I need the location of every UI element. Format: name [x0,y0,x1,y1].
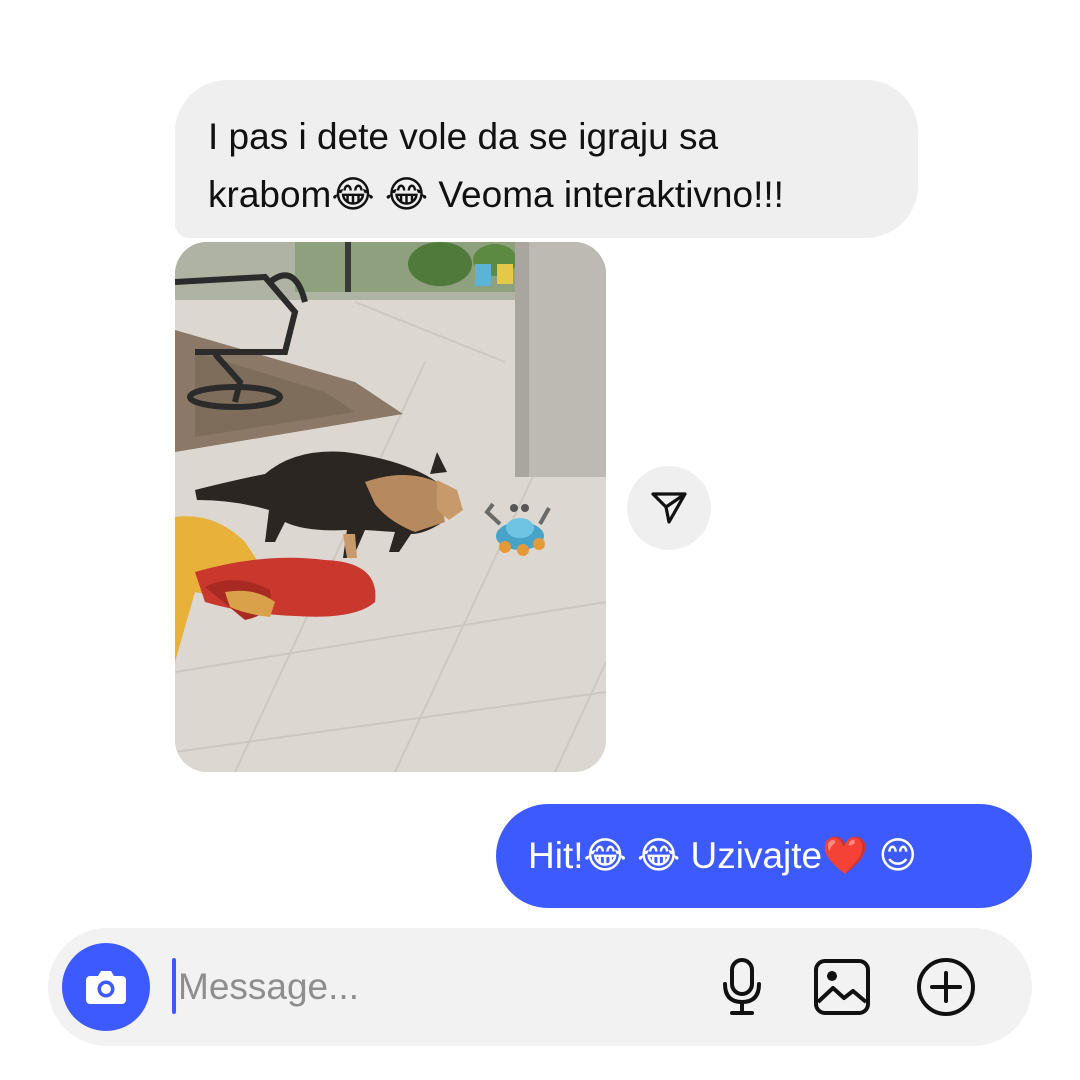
share-icon [651,492,687,524]
dog-and-crab-toy-photo [175,242,606,772]
plus-circle-icon [917,958,975,1016]
chat-screen: I pas i dete vole da se igraju sa krabom… [0,0,1080,1080]
outgoing-message-bubble[interactable]: Hit!😂 😂 Uzivajte❤️ 😊 [496,804,1032,908]
more-options-button[interactable] [916,957,976,1017]
share-button[interactable] [627,466,711,550]
message-input[interactable] [172,957,698,1017]
camera-button[interactable] [62,943,150,1031]
incoming-message-bubble[interactable]: I pas i dete vole da se igraju sa krabom… [175,80,918,238]
gallery-button[interactable] [812,957,872,1017]
voice-message-button[interactable] [712,957,772,1017]
camera-icon [86,971,126,1004]
microphone-icon [723,958,761,1015]
image-icon [814,959,870,1015]
message-composer [48,928,1032,1046]
video-message-thumbnail[interactable] [175,242,606,772]
